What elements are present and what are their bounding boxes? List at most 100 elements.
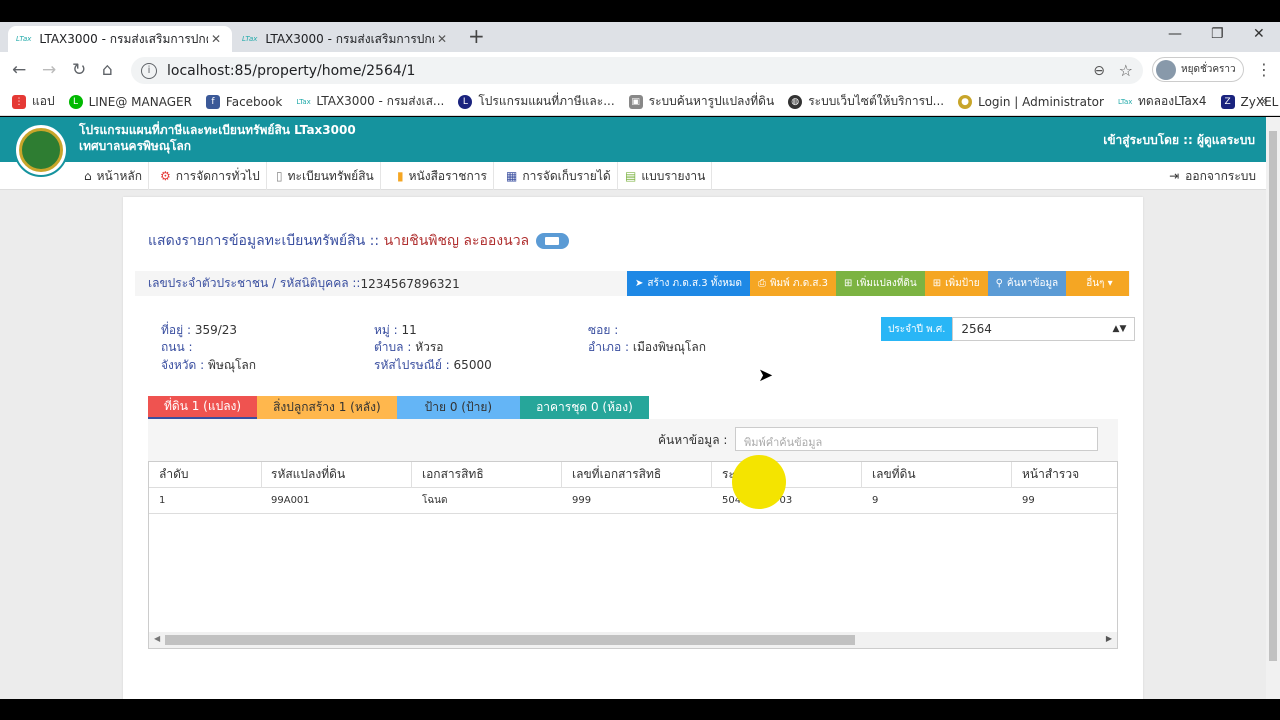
table-cell: 99 (1022, 495, 1035, 506)
search-label: ค้นหาข้อมูล : (658, 433, 728, 447)
table-cell: โฉนด (422, 495, 448, 506)
avatar (1156, 59, 1176, 80)
screen-bottom-bar (0, 699, 1280, 720)
tab-title: LTAX3000 - กรมส่งเสริมการปกครองส่วนท้องถ… (265, 31, 434, 46)
address-key: รหัสไปรษณีย์ : (374, 358, 450, 372)
bookmark-label: แอป (32, 94, 55, 108)
address-key: อำเภอ : (588, 340, 630, 354)
browser-tab-2[interactable]: LTax LTAX3000 - กรมส่งเสริมการปกครองส่วน… (234, 26, 458, 52)
nav-official-documents[interactable]: ▮ หนังสือราชการ (391, 162, 494, 190)
bookmark-facebook[interactable]: f Facebook (205, 94, 282, 109)
facebook-icon: f (205, 94, 220, 109)
address-key: หมู่ : (374, 323, 398, 337)
bookmark-line[interactable]: L LINE@ MANAGER (68, 94, 192, 109)
scroll-thumb[interactable] (165, 635, 855, 645)
more-dropdown-button[interactable]: อื่นๆ ▾ (1066, 271, 1129, 296)
search-data-button[interactable]: ⚲ ค้นหาข้อมูล (987, 271, 1067, 296)
admin-icon: ● (958, 94, 973, 109)
more-bookmarks-icon[interactable]: » (1261, 94, 1268, 108)
info-icon[interactable]: i (141, 62, 157, 79)
url-text[interactable]: localhost:85/property/home/2564/1 (167, 63, 415, 79)
tab-condos[interactable]: อาคารชุด 0 (ห้อง) (520, 396, 649, 419)
menu-dots-icon[interactable]: ⋮ (1256, 60, 1272, 79)
page-scrollbar[interactable] (1266, 117, 1280, 699)
zoom-icon[interactable]: ⊖ (1093, 63, 1105, 79)
close-window-button[interactable]: ✕ (1253, 26, 1265, 42)
home-icon[interactable]: ⌂ (102, 60, 113, 80)
create-pds3-all-button[interactable]: ➤ สร้าง ภ.ด.ส.3 ทั้งหมด (627, 271, 750, 296)
id-value: 1234567896321 (360, 276, 460, 291)
page-scroll-thumb[interactable] (1269, 131, 1277, 661)
nav-reports[interactable]: ▤ แบบรายงาน (619, 162, 713, 190)
tab-land[interactable]: ที่ดิน 1 (แปลง) (148, 396, 258, 419)
nav-property-registry[interactable]: ▯ ทะเบียนทรัพย์สิน (270, 162, 381, 190)
nav-general-management[interactable]: ⚙ การจัดการทั่วไป (154, 162, 267, 190)
bookmark-zyxel[interactable]: ZZyXEL NAS326 (1220, 94, 1280, 109)
zyxel-icon: Z (1220, 94, 1235, 109)
nav-revenue-collection[interactable]: ▦ การจัดเก็บรายได้ (500, 162, 618, 190)
print-icon: ⎙ (757, 278, 766, 289)
bookmark-ltax4[interactable]: LTax ทดลองLTax4 (1118, 92, 1207, 111)
back-arrow-icon[interactable]: ← (12, 60, 26, 80)
column-header[interactable]: หน้าสำรวจ (1012, 465, 1079, 484)
home-icon: ⌂ (84, 169, 92, 183)
address-key: ที่อยู่ : (161, 323, 192, 337)
add-sign-button[interactable]: ⊞ เพิ่มป้าย (924, 271, 988, 296)
bookmark-ltax[interactable]: LTax LTAX3000 - กรมส่งเส... (296, 92, 444, 111)
property-tabs: ที่ดิน 1 (แปลง) สิ่งปลูกสร้าง 1 (หลัง) ป… (148, 396, 649, 419)
logout-link[interactable]: ⇥ ออกจากระบบ (1169, 162, 1256, 190)
address-road: ถนน : (161, 338, 193, 357)
close-icon[interactable]: ✕ (208, 32, 224, 46)
column-header[interactable]: เลขที่ดิน (862, 465, 916, 484)
horizontal-scrollbar[interactable]: ◀ ▶ (149, 632, 1117, 648)
logout-label: ออกจากระบบ (1185, 168, 1256, 183)
plus-square-icon: ⊞ (932, 278, 942, 289)
scroll-right-icon[interactable]: ▶ (1106, 634, 1112, 643)
new-tab-button[interactable]: + (468, 24, 485, 48)
year-select[interactable]: 2564 ▲▼ (952, 317, 1136, 341)
reload-icon[interactable]: ↻ (72, 60, 86, 80)
close-icon[interactable]: ✕ (434, 32, 450, 46)
ltax-icon: LTax (296, 97, 311, 106)
scroll-left-icon[interactable]: ◀ (154, 634, 160, 643)
add-land-button[interactable]: ⊞ เพิ่มแปลงที่ดิน (836, 271, 925, 296)
sign-out-icon: ⇥ (1169, 169, 1180, 183)
bookmark-apps[interactable]: ⋮ แอป (12, 92, 55, 111)
nav-home[interactable]: ⌂ หน้าหลัก (78, 162, 150, 190)
address-tambon: ตำบล : หัวรอ (374, 338, 444, 357)
table-cell: 9 (872, 495, 879, 506)
column-header[interactable]: เลขที่เอกสารสิทธิ (562, 465, 661, 484)
tab-signs[interactable]: ป้าย 0 (ป้าย) (396, 396, 521, 419)
address-bar[interactable]: i localhost:85/property/home/2564/1 ⊖ ☆ (131, 57, 1143, 84)
bookmark-lt-program[interactable]: L โปรแกรมแผนที่ภาษีและ... (458, 92, 615, 111)
profile-label: หยุดชั่วคราว (1181, 64, 1236, 75)
address-value: เมืองพิษณุโลก (632, 340, 706, 354)
column-header[interactable]: ลำดับ (149, 465, 189, 484)
table-row[interactable]: 1 99A001 โฉนด 999 5042I3456-03 9 99 (149, 488, 1117, 514)
column-header[interactable]: รหัสแปลงที่ดิน (261, 465, 345, 484)
action-buttons: ➤ สร้าง ภ.ด.ส.3 ทั้งหมด ⎙ พิมพ์ ภ.ด.ส.3 ⊞ เ… (627, 271, 1129, 296)
apps-grid-icon: ⋮ (12, 94, 26, 109)
page-viewport: โปรแกรมแผนที่ภาษีและทะเบียนทรัพย์สิน LTa… (0, 117, 1266, 699)
address-province: จังหวัด : พิษณุโลก (161, 356, 256, 375)
bookmark-label: ระบบเว็บไซต์ให้บริการป... (808, 94, 945, 108)
restore-button[interactable]: ❐ (1211, 26, 1224, 42)
table-cell: 999 (572, 495, 592, 506)
bookmark-label: ทดลองLTax4 (1137, 94, 1207, 108)
minimize-button[interactable]: — (1168, 26, 1182, 42)
bookmark-web-service[interactable]: ◍ ระบบเว็บไซต์ให้บริการป... (788, 92, 944, 111)
search-input[interactable]: พิมพ์คำค้นข้อมูล (735, 427, 1098, 451)
star-icon[interactable]: ☆ (1119, 61, 1133, 80)
column-header[interactable]: เอกสารสิทธิ (412, 465, 484, 484)
print-pds3-button[interactable]: ⎙ พิมพ์ ภ.ด.ส.3 (749, 271, 837, 296)
button-label: อื่นๆ ▾ (1086, 278, 1113, 289)
browser-tab-1[interactable]: LTax LTAX3000 - กรมส่งเสริมการปกครองส่วน… (8, 26, 232, 52)
address-amphoe: อำเภอ : เมืองพิษณุโลก (588, 338, 706, 357)
forward-arrow-icon[interactable]: → (42, 60, 56, 80)
id-card-icon[interactable] (535, 233, 569, 249)
profile-button[interactable]: หยุดชั่วคราว (1152, 57, 1244, 82)
bookmark-land-search[interactable]: ▣ ระบบค้นหารูปแปลงที่ดิน (628, 92, 774, 111)
tab-buildings[interactable]: สิ่งปลูกสร้าง 1 (หลัง) (257, 396, 397, 419)
bookmark-admin-login[interactable]: ● Login | Administrator (958, 94, 1104, 109)
cursor-highlight (732, 455, 786, 509)
